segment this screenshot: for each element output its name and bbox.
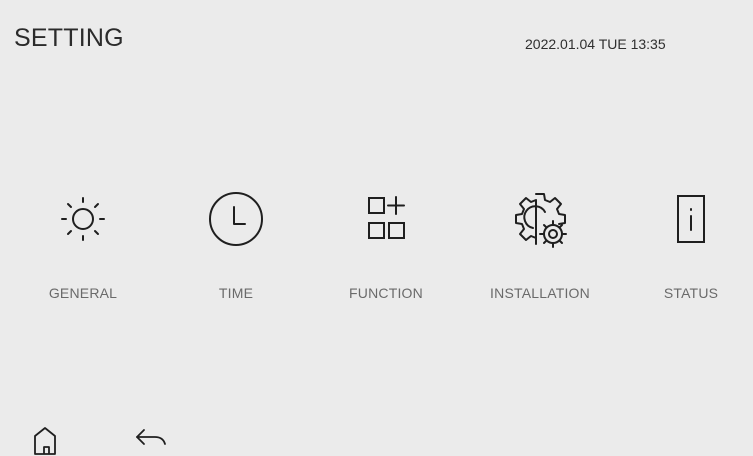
clock-icon [205, 188, 267, 250]
sun-icon [52, 188, 114, 250]
settings-screen: SETTING 2022.01.04 TUE 13:35 GENERAL TIM… [0, 0, 753, 456]
home-icon [34, 427, 56, 455]
grid-plus-icon [355, 188, 417, 250]
home-button[interactable] [27, 420, 63, 456]
menu-item-status[interactable]: STATUS [626, 188, 753, 318]
gears-icon [509, 188, 571, 250]
menu-label-installation: INSTALLATION [490, 285, 590, 301]
page-title: SETTING [14, 24, 124, 52]
info-icon [660, 188, 722, 250]
menu-label-time: TIME [218, 285, 254, 301]
back-button[interactable] [133, 420, 169, 456]
menu-item-time[interactable]: TIME [171, 188, 301, 318]
datetime-display: 2022.01.04 TUE 13:35 [525, 36, 666, 52]
menu-item-general[interactable]: GENERAL [18, 188, 148, 318]
menu-label-general: GENERAL [48, 285, 118, 301]
menu-item-installation[interactable]: INSTALLATION [475, 188, 605, 318]
menu-label-status: STATUS [663, 285, 719, 301]
menu-item-function[interactable]: FUNCTION [321, 188, 451, 318]
menu-label-function: FUNCTION [349, 285, 423, 301]
back-arrow-icon [136, 429, 166, 445]
